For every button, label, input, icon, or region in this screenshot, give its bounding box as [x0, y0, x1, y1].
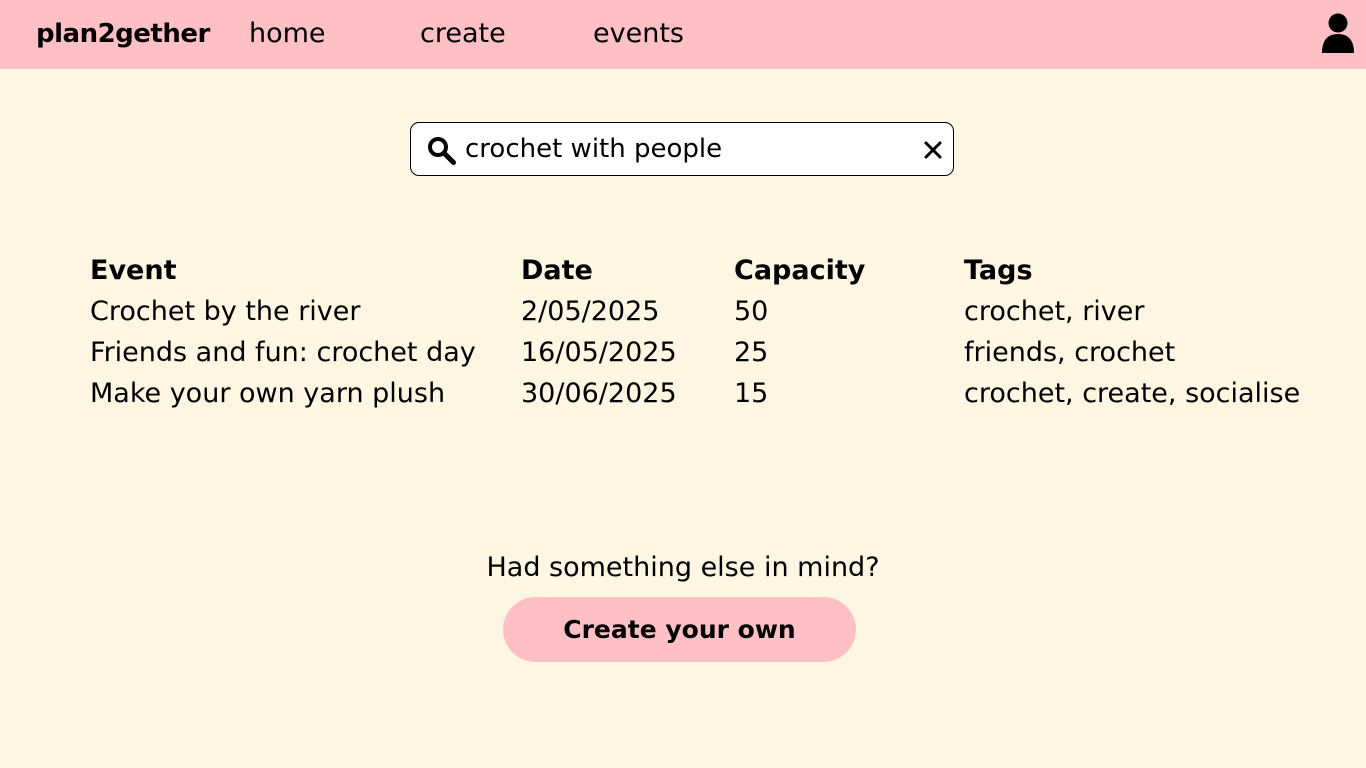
event-name-cell[interactable]: Crochet by the river	[90, 291, 521, 332]
event-date-cell: 16/05/2025	[521, 337, 677, 368]
event-name-cell[interactable]: Make your own yarn plush	[90, 373, 521, 414]
column-header-tags[interactable]: Tags	[964, 250, 1324, 291]
search-bar[interactable]	[410, 122, 954, 176]
event-capacity-cell: 25	[734, 337, 769, 368]
nav-link-home[interactable]: home	[249, 18, 326, 50]
table-row[interactable]: Friends and fun: crochet day 16/05/2025 …	[90, 332, 1324, 373]
event-name-cell[interactable]: Friends and fun: crochet day	[90, 332, 521, 373]
event-tags-cell: crochet, create, socialise	[964, 378, 1301, 409]
column-header-event[interactable]: Event	[90, 250, 521, 291]
search-icon	[428, 137, 456, 165]
event-capacity-cell: 50	[734, 296, 769, 327]
event-tags-cell: crochet, river	[964, 296, 1145, 327]
event-capacity-cell: 15	[734, 378, 769, 409]
table-row[interactable]: Crochet by the river 2/05/2025 50 croche…	[90, 291, 1324, 332]
event-date-cell: 2/05/2025	[521, 296, 660, 327]
user-icon[interactable]	[1321, 13, 1355, 53]
events-results-table: Event Date Capacity Tags Crochet by the …	[90, 250, 1324, 414]
event-tags-cell: friends, crochet	[964, 337, 1176, 368]
top-navbar: plan2gether home create events	[0, 0, 1366, 69]
event-date-cell: 30/06/2025	[521, 378, 677, 409]
column-header-date[interactable]: Date	[521, 250, 734, 291]
create-prompt-text: Had something else in mind?	[486, 552, 880, 583]
search-input[interactable]	[465, 131, 905, 167]
table-row[interactable]: Make your own yarn plush 30/06/2025 15 c…	[90, 373, 1324, 414]
nav-link-create[interactable]: create	[420, 18, 506, 50]
nav-link-events[interactable]: events	[593, 18, 684, 50]
close-icon[interactable]	[922, 139, 944, 161]
create-your-own-button[interactable]: Create your own	[503, 597, 856, 662]
brand-logo-text[interactable]: plan2gether	[36, 18, 210, 50]
column-header-capacity[interactable]: Capacity	[734, 250, 964, 291]
table-header-row: Event Date Capacity Tags	[90, 250, 1324, 291]
